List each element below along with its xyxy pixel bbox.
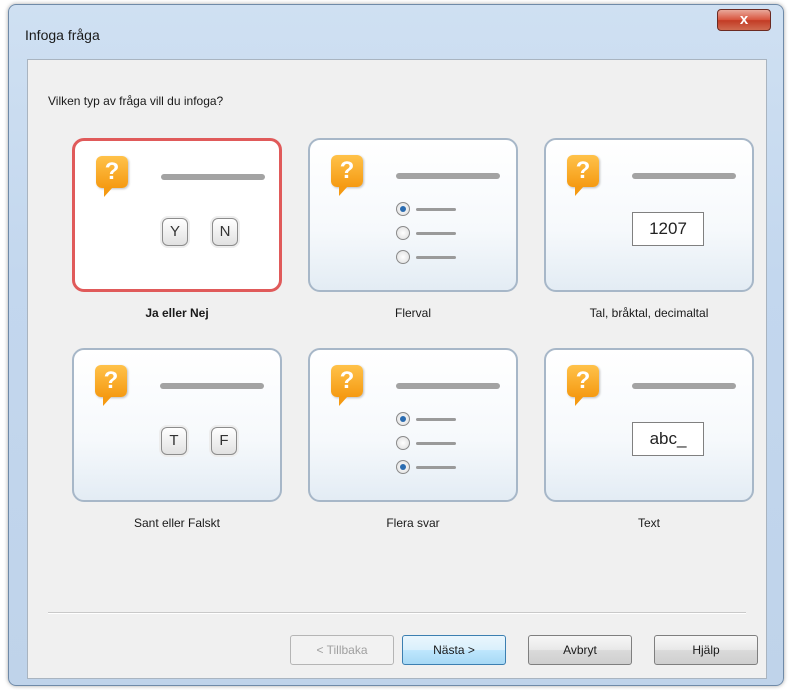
question-prompt: Vilken typ av fråga vill du infoga? <box>48 94 224 108</box>
answer-line <box>416 466 456 469</box>
radio-empty-icon <box>396 436 410 450</box>
answer-line <box>416 418 456 421</box>
option-card-true-false[interactable]: ? T F <box>72 348 282 502</box>
title-bar[interactable]: Infoga fråga x <box>9 5 783 59</box>
answer-line <box>416 208 456 211</box>
question-icon: ? <box>567 155 599 196</box>
key-n: N <box>212 218 238 246</box>
answer-line <box>416 232 456 235</box>
option-card-number[interactable]: ? 1207 <box>544 138 754 292</box>
radio-empty-icon <box>396 226 410 240</box>
option-label-yes-no: Ja eller Nej <box>145 306 209 320</box>
radio-selected-icon <box>396 460 410 474</box>
option-true-false[interactable]: ? T F Sant eller Falskt <box>72 348 286 530</box>
button-separator <box>48 612 746 614</box>
placeholder-line <box>396 173 500 179</box>
placeholder-line <box>396 383 500 389</box>
option-label-true-false: Sant eller Falskt <box>133 516 221 530</box>
question-icon: ? <box>331 365 363 406</box>
next-button[interactable]: Nästa > <box>402 635 506 665</box>
option-label-multiple-choice: Flerval <box>394 306 431 320</box>
close-icon: x <box>739 11 749 28</box>
answer-line <box>416 442 456 445</box>
key-t: T <box>161 427 187 455</box>
question-icon: ? <box>331 155 363 196</box>
option-number[interactable]: ? 1207 Tal, bråktal, decimaltal <box>544 138 758 320</box>
cancel-button[interactable]: Avbryt <box>528 635 632 665</box>
placeholder-line <box>161 174 265 180</box>
question-icon: ? <box>95 365 127 406</box>
text-sample-box: abc_ <box>632 422 704 456</box>
option-label-multiple-answers: Flera svar <box>386 516 440 530</box>
option-label-text: Text <box>637 516 660 530</box>
placeholder-line <box>160 383 264 389</box>
window-title: Infoga fråga <box>25 27 100 43</box>
option-text[interactable]: ? abc_ Text <box>544 348 758 530</box>
placeholder-line <box>632 383 736 389</box>
option-card-text[interactable]: ? abc_ <box>544 348 754 502</box>
option-yes-no[interactable]: ? Y N Ja eller Nej <box>72 138 286 320</box>
back-button[interactable]: < Tillbaka <box>290 635 394 665</box>
dialog-content: Vilken typ av fråga vill du infoga? ? Y … <box>27 59 767 679</box>
question-icon: ? <box>567 365 599 406</box>
option-card-yes-no[interactable]: ? Y N <box>72 138 282 292</box>
close-button[interactable]: x <box>717 9 771 31</box>
help-button[interactable]: Hjälp <box>654 635 758 665</box>
option-multiple-answers[interactable]: ? Flera svar <box>308 348 522 530</box>
option-label-number: Tal, bråktal, decimaltal <box>589 306 709 320</box>
radio-empty-icon <box>396 250 410 264</box>
option-card-multiple-answers[interactable]: ? <box>308 348 518 502</box>
key-f: F <box>211 427 237 455</box>
option-multiple-choice[interactable]: ? Flerval <box>308 138 522 320</box>
dialog-window: Infoga fråga x Vilken typ av fråga vill … <box>8 4 784 686</box>
option-card-multiple-choice[interactable]: ? <box>308 138 518 292</box>
radio-selected-icon <box>396 412 410 426</box>
key-y: Y <box>162 218 188 246</box>
radio-selected-icon <box>396 202 410 216</box>
answer-line <box>416 256 456 259</box>
placeholder-line <box>632 173 736 179</box>
question-icon: ? <box>96 156 128 197</box>
number-sample-box: 1207 <box>632 212 704 246</box>
